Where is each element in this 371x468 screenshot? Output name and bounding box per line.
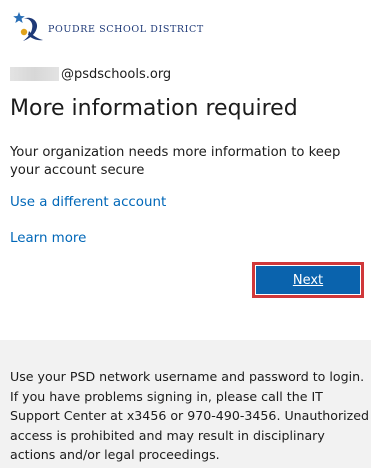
org-name: POUDRE SCHOOL DISTRICT [48, 23, 204, 35]
learn-more-link[interactable]: Learn more [10, 231, 86, 246]
redacted-username [10, 67, 59, 81]
email-domain: @psdschools.org [61, 66, 172, 82]
page-description: Your organization needs more information… [10, 145, 341, 178]
psd-star-swoosh-logo-icon [13, 12, 43, 41]
account-identity: @psdschools.org [10, 64, 171, 84]
use-different-account-link[interactable]: Use a different account [10, 195, 166, 210]
footer-notice-text: Use your PSD network username and passwo… [10, 369, 370, 462]
next-button[interactable]: Next [252, 262, 364, 298]
sign-in-card: POUDRE SCHOOL DISTRICT @psdschools.org M… [0, 0, 371, 340]
footer-notice-panel: Use your PSD network username and passwo… [0, 340, 371, 468]
page-title: More information required [10, 96, 298, 121]
org-logo: POUDRE SCHOOL DISTRICT [12, 10, 204, 46]
